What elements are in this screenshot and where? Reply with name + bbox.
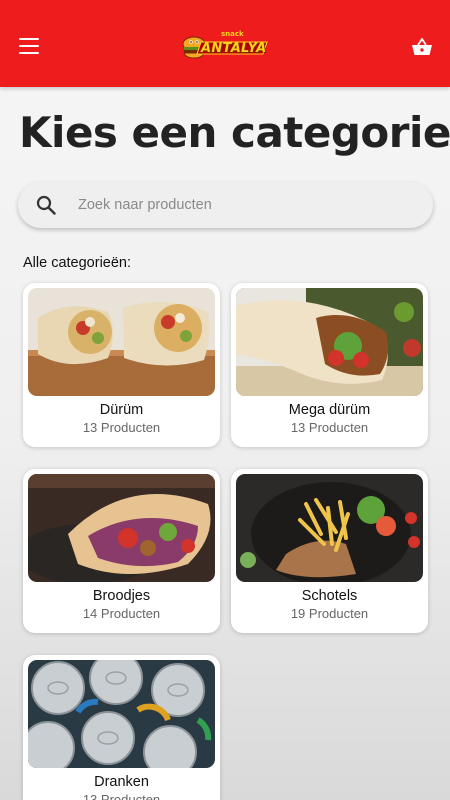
category-count: 13 Producten <box>82 792 161 800</box>
search-input[interactable] <box>78 182 408 228</box>
category-name: Schotels <box>301 588 358 604</box>
section-label: Alle categorieën: <box>23 255 132 271</box>
category-name: Mega dürüm <box>288 402 371 418</box>
category-image-durum <box>28 288 215 396</box>
category-name: Broodjes <box>92 588 151 604</box>
category-image-dranken <box>28 660 215 768</box>
top-app-bar: snack ANTALYA <box>0 0 450 87</box>
category-card-dranken[interactable]: Dranken 13 Producten <box>23 655 220 800</box>
category-card-mega-durum[interactable]: Mega dürüm 13 Producten <box>231 283 428 447</box>
category-image-schotels <box>236 474 423 582</box>
logo-text: ANTALYA <box>201 41 267 56</box>
brand-logo[interactable]: snack ANTALYA <box>181 30 269 64</box>
search-icon <box>36 195 56 215</box>
category-count: 13 Producten <box>82 420 161 435</box>
category-card-broodjes[interactable]: Broodjes 14 Producten <box>23 469 220 633</box>
search-bar[interactable] <box>18 182 433 228</box>
category-count: 19 Producten <box>290 606 369 621</box>
category-count: 13 Producten <box>290 420 369 435</box>
category-card-durum[interactable]: Dürüm 13 Producten <box>23 283 220 447</box>
category-card-schotels[interactable]: Schotels 19 Producten <box>231 469 428 633</box>
category-name: Dürüm <box>99 402 144 418</box>
page-title: Kies een categorie <box>19 108 450 157</box>
basket-icon[interactable] <box>411 37 433 57</box>
hamburger-menu-icon[interactable] <box>19 38 39 54</box>
category-image-broodjes <box>28 474 215 582</box>
category-count: 14 Producten <box>82 606 161 621</box>
category-image-mega-durum <box>236 288 423 396</box>
logo-subtext: snack <box>221 30 244 38</box>
category-name: Dranken <box>94 774 149 790</box>
